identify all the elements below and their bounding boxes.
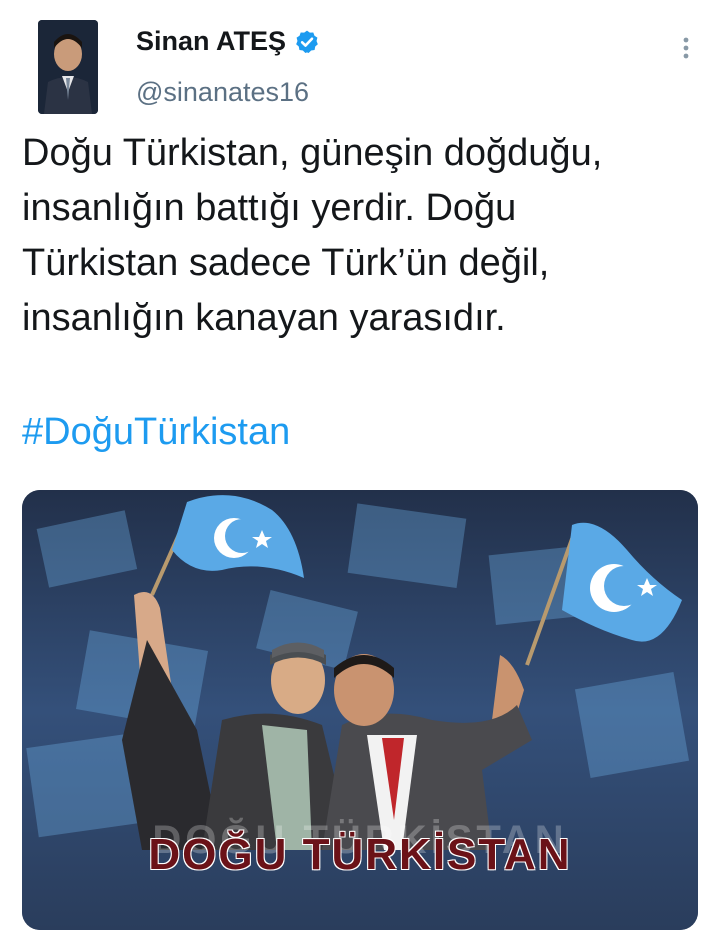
tweet-media-image[interactable]: DOĞU TÜRKİSTAN DOĞU TÜRKİSTAN — [22, 490, 698, 930]
display-name-text[interactable]: Sinan ATEŞ — [136, 26, 286, 57]
verified-badge-icon — [294, 29, 320, 55]
more-options-icon[interactable] — [682, 36, 690, 60]
tweet-line: insanlığın kanayan yarasıdır. — [22, 297, 506, 339]
tweet-text: Doğu Türkistan, güneşin doğduğu, insanlı… — [22, 126, 712, 346]
tweet-line: insanlığın battığı yerdir. Doğu — [22, 187, 517, 229]
tweet-line: Doğu Türkistan, güneşin doğduğu, — [22, 132, 603, 174]
hashtag-link[interactable]: #DoğuTürkistan — [22, 405, 290, 460]
user-handle[interactable]: @sinanates16 — [136, 77, 309, 108]
tweet-header: Sinan ATEŞ @sinanates16 — [0, 0, 720, 120]
media-caption: DOĞU TÜRKİSTAN — [148, 830, 572, 879]
avatar[interactable] — [38, 20, 98, 114]
tweet-line: Türkistan sadece Türk’ün değil, — [22, 242, 550, 284]
display-name[interactable]: Sinan ATEŞ — [136, 26, 320, 57]
